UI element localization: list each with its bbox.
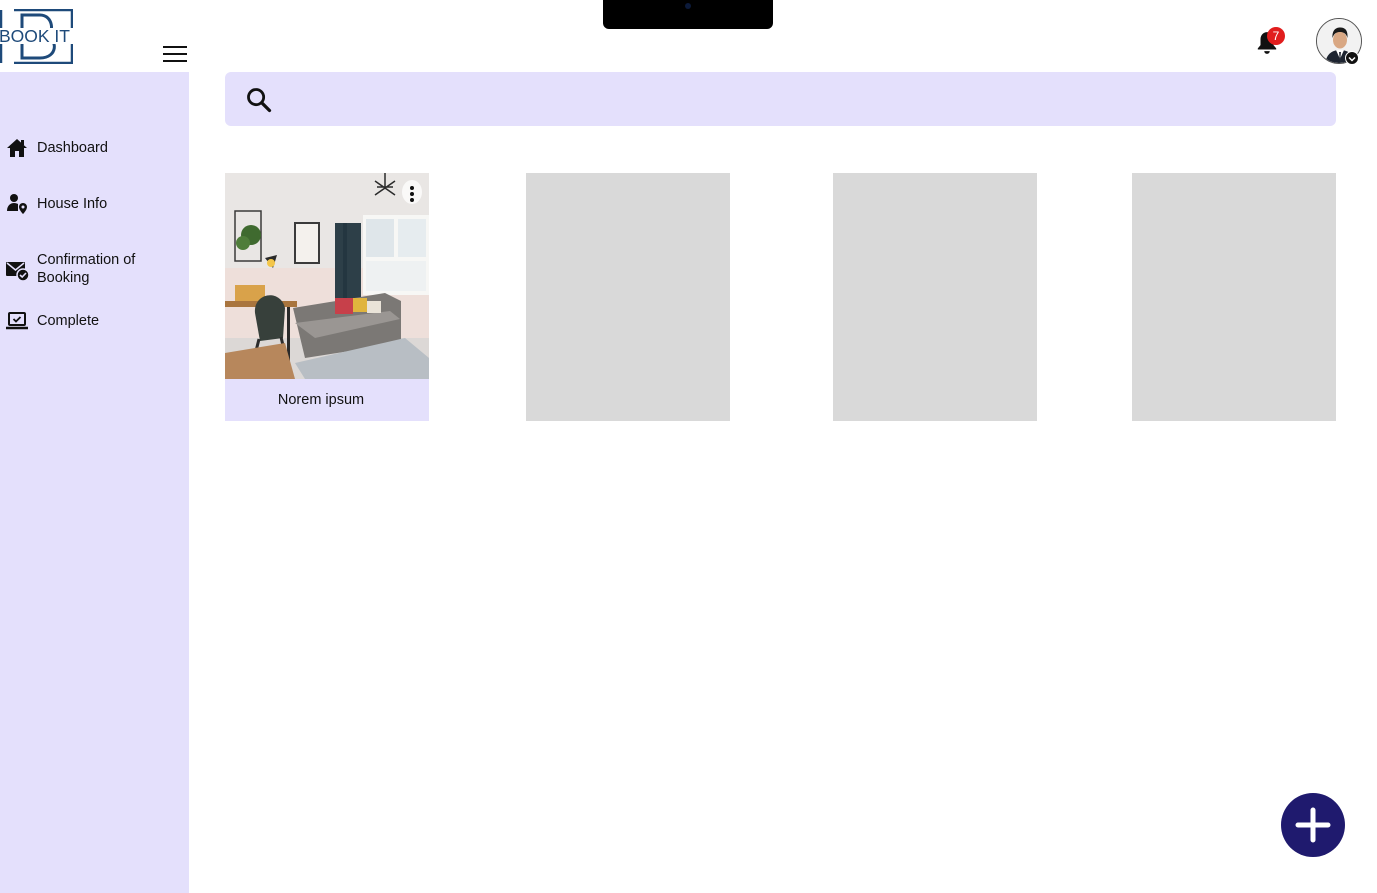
home-icon xyxy=(7,139,27,157)
listing-card[interactable]: Norem ipsum xyxy=(225,173,429,421)
sidebar-item-house-info[interactable]: House Info xyxy=(0,192,189,216)
user-location-icon xyxy=(7,194,27,214)
sidebar: Dashboard House Info Confirmation of Boo… xyxy=(0,72,189,893)
placeholder-card xyxy=(833,173,1037,421)
menu-toggle-icon[interactable] xyxy=(163,46,187,64)
camera-dot xyxy=(685,3,691,9)
placeholder-card xyxy=(526,173,730,421)
sidebar-item-label: Confirmation of Booking xyxy=(37,252,136,286)
sidebar-item-label: House Info xyxy=(37,196,108,212)
svg-text:BOOK IT: BOOK IT xyxy=(0,26,70,46)
laptop-check-icon xyxy=(6,312,28,330)
chevron-down-icon[interactable] xyxy=(1345,51,1359,65)
mail-check-icon xyxy=(6,262,29,282)
search-input[interactable] xyxy=(287,84,1307,114)
sidebar-item-label: Complete xyxy=(37,313,100,329)
search-bar[interactable] xyxy=(225,72,1336,126)
app-logo[interactable]: BOOK IT xyxy=(0,8,74,65)
search-icon xyxy=(247,88,272,113)
plus-icon xyxy=(1295,807,1331,843)
sidebar-item-confirmation[interactable]: Confirmation of Booking xyxy=(0,248,189,287)
placeholder-card xyxy=(1132,173,1336,421)
card-title: Norem ipsum xyxy=(277,392,365,408)
sidebar-item-complete[interactable]: Complete xyxy=(0,309,189,333)
notification-count-badge: 7 xyxy=(1267,27,1285,45)
room-photo xyxy=(225,173,429,379)
sidebar-item-label: Dashboard xyxy=(37,140,108,156)
add-button[interactable] xyxy=(1281,793,1345,857)
sidebar-item-dashboard[interactable]: Dashboard xyxy=(0,136,189,160)
device-notch xyxy=(603,0,773,29)
more-options-icon[interactable] xyxy=(402,180,422,204)
